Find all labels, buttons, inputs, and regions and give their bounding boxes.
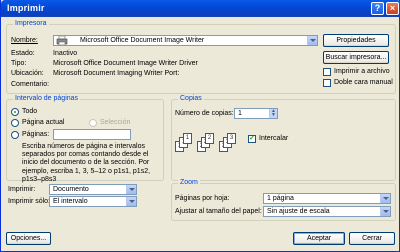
collate-page-icon: 1: [183, 133, 192, 144]
ok-button[interactable]: Aceptar: [293, 232, 345, 245]
print-to-file-label[interactable]: Imprimir a archivo: [334, 68, 390, 75]
scale-label: Ajustar al tamaño del papel:: [175, 208, 262, 215]
copies-spinner[interactable]: ▲ ▼: [269, 109, 277, 118]
current-page-radio[interactable]: [11, 119, 19, 127]
copies-group-title: Copias: [178, 95, 204, 102]
collate-page-icon: 3: [227, 133, 236, 144]
collate-page-icon: 2: [205, 133, 214, 144]
chevron-down-icon[interactable]: [126, 185, 136, 194]
pages-per-sheet-label: Páginas por hoja:: [175, 195, 230, 202]
print-only-dropdown[interactable]: El intervalo: [49, 196, 137, 207]
print-dialog: Imprimir ? × Impresora Nombre: Microsoft…: [0, 0, 400, 252]
type-label: Tipo:: [11, 60, 27, 67]
window-title: Imprimir: [7, 3, 45, 13]
print-only-value: El intervalo: [53, 198, 88, 205]
printer-icon: [56, 36, 68, 45]
cancel-button[interactable]: Cerrar: [349, 232, 395, 245]
pages-per-sheet-value: 1 página: [267, 195, 294, 202]
print-to-file-checkbox[interactable]: [323, 68, 331, 76]
all-pages-label[interactable]: Todo: [22, 108, 37, 115]
help-button[interactable]: ?: [371, 2, 384, 15]
scale-value: Sin ajuste de escala: [267, 208, 330, 215]
selection-label: Selección: [100, 119, 131, 126]
title-bar[interactable]: Imprimir ? ×: [1, 0, 400, 17]
find-printer-button[interactable]: Buscar impresora...: [323, 51, 389, 64]
all-pages-radio[interactable]: [11, 108, 19, 116]
print-what-label: Imprimir:: [8, 186, 36, 193]
chevron-down-icon[interactable]: [380, 194, 390, 203]
selection-radio[interactable]: [89, 119, 97, 127]
print-only-label: Imprimir sólo:: [8, 198, 51, 205]
collate-label[interactable]: Intercalar: [259, 135, 288, 142]
zoom-group-title: Zoom: [178, 179, 200, 186]
pages-input[interactable]: [53, 129, 131, 140]
status-value: Inactivo: [53, 50, 78, 57]
manual-duplex-label[interactable]: Doble cara manual: [334, 79, 393, 86]
comment-label: Comentario:: [11, 81, 50, 88]
scale-dropdown[interactable]: Sin ajuste de escala: [263, 206, 391, 217]
location-label: Ubicación:: [11, 70, 44, 77]
copies-count-value: 1: [238, 110, 242, 117]
location-value: Microsoft Document Imaging Writer Port:: [53, 70, 180, 77]
printer-name-value: Microsoft Office Document Image Writer: [80, 37, 205, 44]
page-range-help-text: Escriba números de página e intervalos s…: [22, 143, 151, 183]
pages-label[interactable]: Páginas:: [22, 131, 49, 138]
printer-name-label: Nombre:: [11, 37, 38, 44]
type-value: Microsoft Office Document Image Writer D…: [53, 60, 198, 67]
chevron-down-icon[interactable]: [380, 207, 390, 216]
current-page-label[interactable]: Página actual: [22, 119, 64, 126]
close-window-button[interactable]: ×: [386, 2, 399, 15]
printer-group-title: Impresora: [13, 20, 49, 27]
print-what-value: Documento: [53, 186, 89, 193]
options-button[interactable]: Opciones...: [6, 232, 51, 245]
manual-duplex-checkbox[interactable]: [323, 79, 331, 87]
pages-per-sheet-dropdown[interactable]: 1 página: [263, 193, 391, 204]
page-range-group-title: Intervalo de páginas: [13, 95, 81, 102]
copies-count-label: Número de copias:: [175, 110, 234, 117]
collate-checkbox[interactable]: ✓: [248, 135, 256, 143]
status-label: Estado:: [11, 50, 35, 57]
copies-count-input[interactable]: 1 ▲ ▼: [234, 108, 278, 119]
printer-name-dropdown[interactable]: Microsoft Office Document Image Writer: [53, 35, 318, 46]
properties-button[interactable]: Propiedades: [323, 34, 389, 47]
chevron-down-icon[interactable]: [307, 36, 317, 45]
pages-radio[interactable]: [11, 131, 19, 139]
print-what-dropdown[interactable]: Documento: [49, 184, 137, 195]
chevron-down-icon[interactable]: [126, 197, 136, 206]
